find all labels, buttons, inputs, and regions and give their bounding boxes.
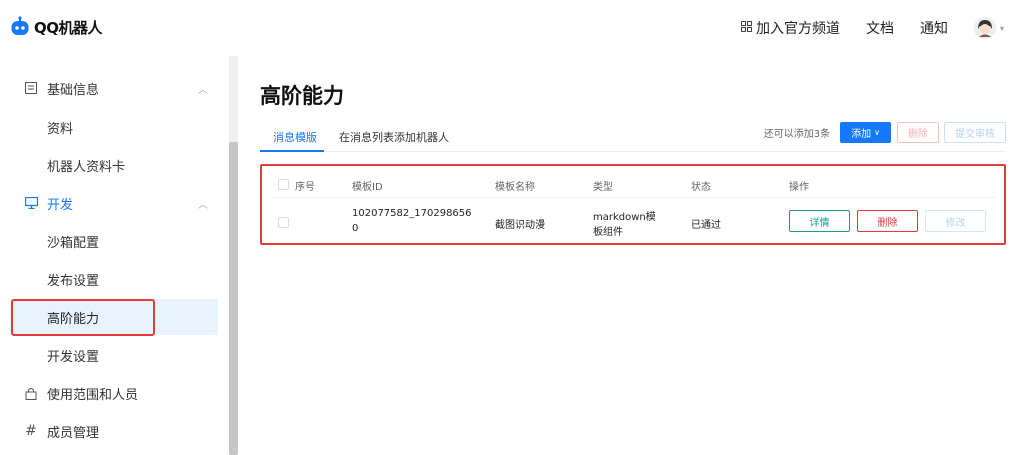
grid-icon — [740, 20, 752, 36]
logo-text: QQ机器人 — [34, 18, 103, 37]
monitor-icon — [24, 196, 38, 210]
template-name: 截图识动漫 — [495, 220, 545, 231]
sidebar-item-label: 基础信息 — [47, 82, 100, 98]
add-button-label: 添加 — [851, 129, 872, 140]
sidebar-item-bot-card[interactable]: 机器人资料卡 — [10, 147, 218, 183]
document-icon — [24, 81, 38, 95]
remaining-count-text: 还可以添加3条 — [763, 129, 831, 140]
page-title: 高阶能力 — [260, 84, 344, 108]
lock-icon — [24, 386, 38, 400]
sidebar-group-basic-info[interactable]: 基础信息 ︿ — [10, 70, 218, 106]
column-header-index: 序号 — [295, 182, 315, 193]
add-button[interactable]: 添加 ∨ — [840, 122, 891, 143]
column-header-template-id: 模板ID — [352, 182, 383, 193]
sidebar-group-develop[interactable]: 开发 ︿ — [10, 185, 218, 221]
status-text: 已通过 — [691, 220, 721, 231]
sidebar-item-label: 沙箱配置 — [47, 235, 100, 251]
template-table: 序号 模板ID 模板名称 类型 状态 操作 102077582_17029865… — [260, 164, 1006, 245]
chevron-up-icon: ︿ — [198, 199, 208, 211]
sidebar-item-label: 发布设置 — [47, 273, 100, 289]
sidebar-item-advanced[interactable]: 高阶能力 — [10, 299, 218, 335]
bulk-delete-button[interactable]: 删除 — [897, 122, 939, 143]
submit-review-button[interactable]: 提交审核 — [944, 122, 1006, 143]
sidebar-item-label: 高阶能力 — [47, 311, 100, 327]
sidebar-group-scope[interactable]: 使用范围和人员 — [10, 375, 218, 411]
join-channel-link[interactable]: 加入官方频道 — [740, 18, 840, 38]
notify-label: 通知 — [919, 21, 948, 37]
chevron-up-icon: ︿ — [198, 84, 208, 96]
hash-icon: # — [25, 423, 37, 439]
detail-button[interactable]: 详情 — [789, 210, 850, 232]
column-header-type: 类型 — [593, 182, 613, 193]
notify-link[interactable]: 通知 — [920, 18, 948, 38]
sidebar-scrollbar-thumb[interactable] — [229, 142, 238, 455]
sidebar-item-label: 开发 — [47, 197, 74, 213]
sidebar-item-label: 机器人资料卡 — [47, 159, 126, 175]
template-id-line2: 0 — [352, 223, 359, 234]
template-type-line1: markdown模 — [593, 212, 656, 223]
sidebar-item-profile[interactable]: 资料 — [10, 109, 218, 145]
header-divider — [272, 197, 996, 198]
delete-button[interactable]: 删除 — [857, 210, 918, 232]
sidebar-item-sandbox[interactable]: 沙箱配置 — [10, 223, 218, 259]
sidebar-item-label: 使用范围和人员 — [47, 387, 139, 403]
chevron-down-icon: ∨ — [874, 128, 880, 137]
toolbar: 还可以添加3条 添加 ∨ 删除 提交审核 — [764, 122, 1006, 143]
docs-label: 文档 — [865, 21, 894, 37]
avatar — [973, 17, 996, 39]
docs-link[interactable]: 文档 — [866, 18, 894, 38]
top-bar: QQ机器人 加入官方频道 文档 通知 ▾ — [0, 0, 1024, 56]
top-nav: 加入官方频道 文档 通知 ▾ — [715, 0, 1004, 56]
user-menu[interactable]: ▾ — [973, 17, 1004, 39]
sidebar-group-members[interactable]: # 成员管理 — [10, 413, 218, 449]
row-checkbox[interactable] — [278, 217, 289, 228]
sidebar-item-dev-settings[interactable]: 开发设置 — [10, 337, 218, 373]
chevron-down-icon: ▾ — [999, 23, 1004, 33]
join-channel-label: 加入官方频道 — [755, 21, 840, 37]
select-all-checkbox[interactable] — [278, 179, 289, 190]
sidebar-item-label: 开发设置 — [47, 349, 100, 365]
active-tab-indicator — [260, 150, 324, 152]
template-id-line1: 102077582_170298656 — [352, 208, 472, 219]
sidebar-item-label: 成员管理 — [47, 425, 100, 441]
sidebar-item-publish[interactable]: 发布设置 — [10, 261, 218, 297]
robot-logo-icon — [10, 16, 30, 38]
column-header-status: 状态 — [691, 182, 711, 193]
template-type-line2: 板组件 — [593, 227, 623, 238]
tab-message-template[interactable]: 消息模版 — [273, 129, 317, 145]
main-content: 高阶能力 消息模版 在消息列表添加机器人 还可以添加3条 添加 ∨ 删除 提交审… — [238, 56, 1024, 455]
column-header-template-name: 模板名称 — [495, 182, 535, 193]
column-header-actions: 操作 — [789, 182, 809, 193]
sidebar: 基础信息 ︿ 资料 机器人资料卡 开发 ︿ 沙箱配置 发布设置 高阶能力 开发设… — [0, 56, 238, 455]
logo[interactable]: QQ机器人 — [10, 16, 103, 38]
edit-button[interactable]: 修改 — [925, 210, 986, 232]
tab-add-to-message-list[interactable]: 在消息列表添加机器人 — [339, 129, 449, 145]
sidebar-item-label: 资料 — [47, 121, 74, 137]
